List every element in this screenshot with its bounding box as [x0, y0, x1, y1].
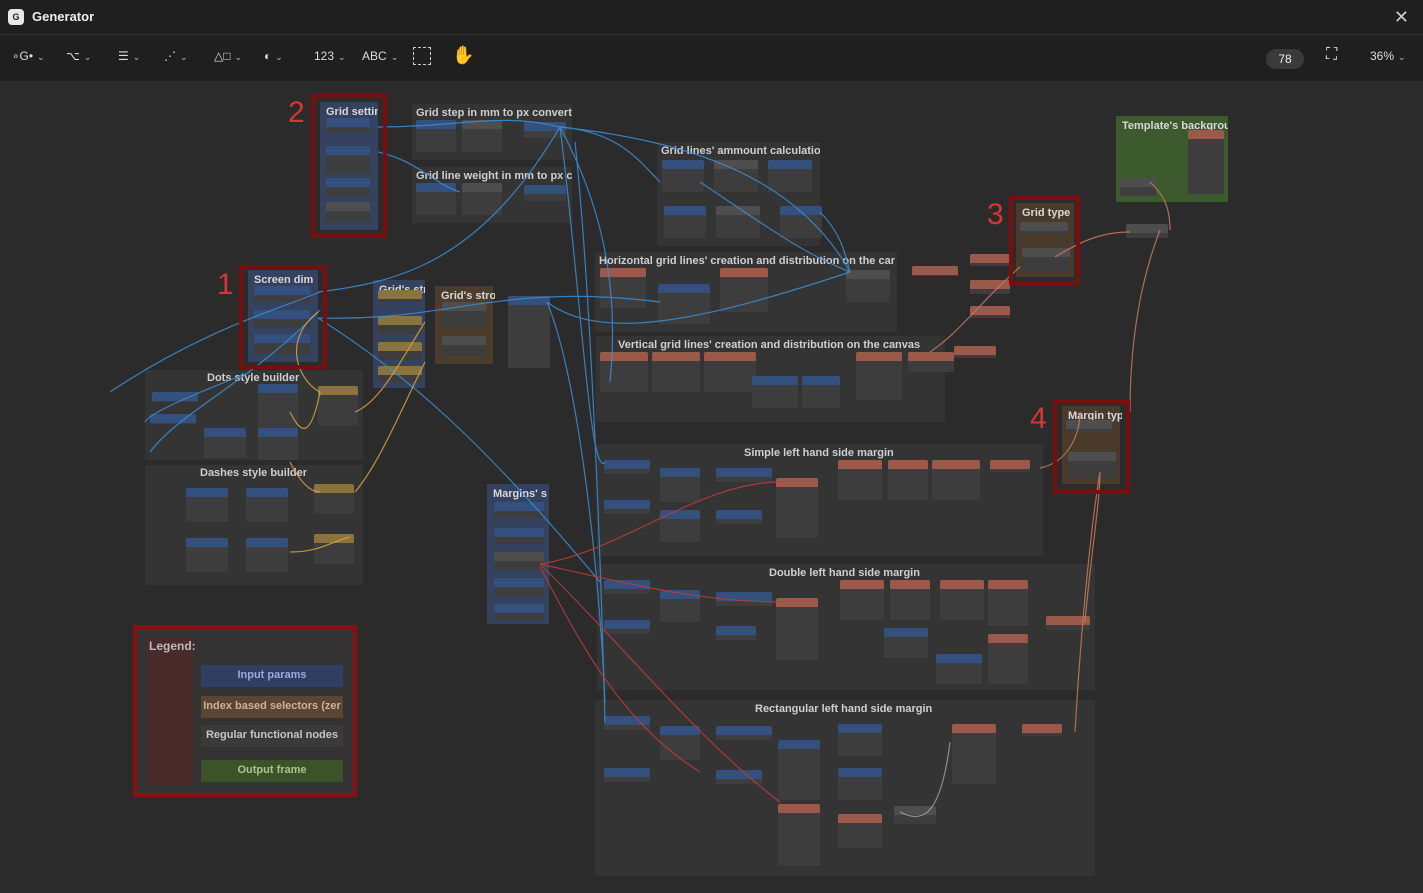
curve-icon: ⋰: [164, 49, 176, 63]
legend-item-output: Output frame: [201, 760, 343, 782]
legend-panel: Legend: Input params Index based selecto…: [133, 625, 357, 797]
chevron-down-icon: ⌄: [338, 52, 346, 62]
legend-item-input: Input params: [201, 665, 343, 687]
window-title: Generator: [32, 9, 95, 24]
marker-1: 1: [217, 268, 234, 301]
chevron-down-icon: ⌄: [1398, 52, 1406, 62]
close-icon[interactable]: ✕: [1394, 7, 1409, 28]
layers-tool-button[interactable]: ∘G• ⌄: [12, 49, 45, 63]
marker-2: 2: [288, 96, 305, 129]
highlight-margin-type: [1053, 400, 1130, 494]
marker-3: 3: [987, 198, 1004, 231]
toolbar: ∘G• ⌄ ⌥ ⌄ ☰ ⌄ ⋰ ⌄ △□ ⌄ ◐ ⌄ 123 ⌄ ABC ⌄ ✋ ⛶ 36% ⌄: [0, 35, 1423, 82]
title-bar: G Generator ✕: [0, 0, 1423, 35]
app-logo-icon: G: [8, 9, 24, 25]
share-tool-button[interactable]: ⌥ ⌄: [66, 49, 91, 63]
highlight-grid-settings: [311, 94, 387, 238]
list-icon: ☰: [118, 49, 129, 63]
number-tool-button[interactable]: 123 ⌄: [314, 49, 346, 63]
zoom-level: 36%: [1370, 49, 1395, 63]
chevron-down-icon: ⌄: [83, 52, 92, 62]
chevron-down-icon: ⌄: [37, 52, 45, 62]
layers-icon: ∘G•: [12, 49, 34, 63]
hand-tool-icon[interactable]: ✋: [452, 45, 474, 66]
chevron-down-icon: ⌄: [390, 52, 399, 62]
chevron-down-icon: ⌄: [275, 52, 283, 62]
node-count-badge: 78: [1266, 49, 1304, 69]
legend-item-selectors: Index based selectors (zer: [201, 696, 343, 718]
palette-tool-button[interactable]: ◐ ⌄: [264, 49, 283, 63]
wires-gray: [899, 741, 951, 818]
wires-red: [539, 481, 781, 803]
chevron-down-icon: ⌄: [180, 52, 188, 62]
highlight-grid-type: [1009, 196, 1080, 285]
chevron-down-icon: ⌄: [234, 52, 243, 62]
share-icon: ⌥: [66, 49, 80, 63]
marker-4: 4: [1030, 402, 1047, 435]
list-tool-button[interactable]: ☰ ⌄: [118, 49, 140, 63]
number-icon: 123: [314, 49, 335, 63]
zoom-menu[interactable]: 36% ⌄: [1370, 49, 1406, 63]
curve-tool-button[interactable]: ⋰ ⌄: [164, 49, 188, 63]
shapes-tool-button[interactable]: △□ ⌄: [214, 49, 242, 63]
text-icon: ABC: [362, 49, 387, 63]
legend-title: Legend:: [149, 639, 196, 653]
highlight-screen-dims: [239, 265, 327, 369]
legend-sidebar: [147, 637, 193, 785]
chevron-down-icon: ⌄: [132, 52, 141, 62]
palette-icon: ◐: [264, 49, 272, 63]
text-tool-button[interactable]: ABC ⌄: [362, 49, 398, 63]
fit-view-icon[interactable]: ⛶: [1326, 46, 1337, 64]
frame-select-icon[interactable]: [413, 47, 431, 65]
shapes-icon: △□: [214, 49, 231, 63]
legend-item-functional: Regular functional nodes: [201, 725, 343, 747]
